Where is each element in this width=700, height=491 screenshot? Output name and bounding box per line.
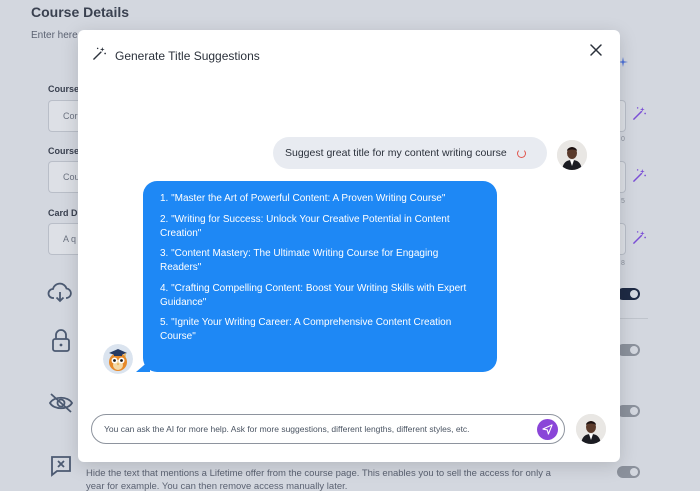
hide-toggle[interactable] xyxy=(617,405,640,417)
suggestion-item: 3. "Content Mastery: The Ultimate Writin… xyxy=(160,248,439,273)
chat-input-container xyxy=(91,414,565,444)
page-subtitle: Enter here xyxy=(31,30,78,41)
chat-input[interactable] xyxy=(104,424,529,434)
card-description-input-end xyxy=(620,223,626,255)
close-icon xyxy=(590,44,602,56)
magic-wand-icon xyxy=(92,46,107,66)
user-avatar xyxy=(576,414,606,444)
title-suggestions-modal: Generate Title Suggestions Suggest great… xyxy=(78,30,620,462)
lifetime-toggle[interactable] xyxy=(617,466,640,478)
cloud-download-icon xyxy=(47,282,73,309)
download-toggle[interactable] xyxy=(617,288,640,300)
suggestion-item: 4. "Crafting Compelling Content: Boost Y… xyxy=(160,282,467,308)
eye-off-icon xyxy=(48,392,74,419)
page-title: Course Details xyxy=(31,4,130,20)
loading-spinner-icon xyxy=(516,148,526,158)
modal-title: Generate Title Suggestions xyxy=(115,49,260,63)
field-label-card-description: Card D xyxy=(48,208,78,218)
course-subtitle-input-end xyxy=(620,161,626,193)
close-square-icon xyxy=(49,454,73,483)
user-avatar xyxy=(557,140,587,170)
modal-header: Generate Title Suggestions xyxy=(92,46,260,66)
suggestion-item: 2. "Writing for Success: Unlock Your Cre… xyxy=(160,213,450,239)
send-icon xyxy=(542,424,553,435)
field-label-course-subtitle: Course xyxy=(48,146,80,156)
field-label-course-title: Course xyxy=(48,84,80,94)
magic-wand-icon[interactable] xyxy=(632,230,647,248)
magic-wand-icon[interactable] xyxy=(632,168,647,186)
lock-toggle[interactable] xyxy=(617,344,640,356)
char-count: 0 xyxy=(621,136,625,143)
close-button[interactable] xyxy=(589,43,603,57)
suggestion-item: 1. "Master the Art of Powerful Content: … xyxy=(160,193,446,204)
user-message-text: Suggest great title for my content writi… xyxy=(285,147,507,159)
course-title-input-end xyxy=(620,100,626,132)
suggestion-item: 5. "Ignite Your Writing Career: A Compre… xyxy=(160,317,452,342)
magic-wand-icon[interactable] xyxy=(632,106,647,124)
send-button[interactable] xyxy=(537,419,558,440)
char-count: 8 xyxy=(621,260,625,267)
char-count: 5 xyxy=(621,198,625,205)
ai-avatar xyxy=(103,344,133,374)
ai-response-bubble: 1. "Master the Art of Powerful Content: … xyxy=(143,181,497,372)
user-message-bubble: Suggest great title for my content writi… xyxy=(273,137,547,169)
lifetime-description: Hide the text that mentions a Lifetime o… xyxy=(86,468,551,491)
lock-icon xyxy=(51,329,71,358)
